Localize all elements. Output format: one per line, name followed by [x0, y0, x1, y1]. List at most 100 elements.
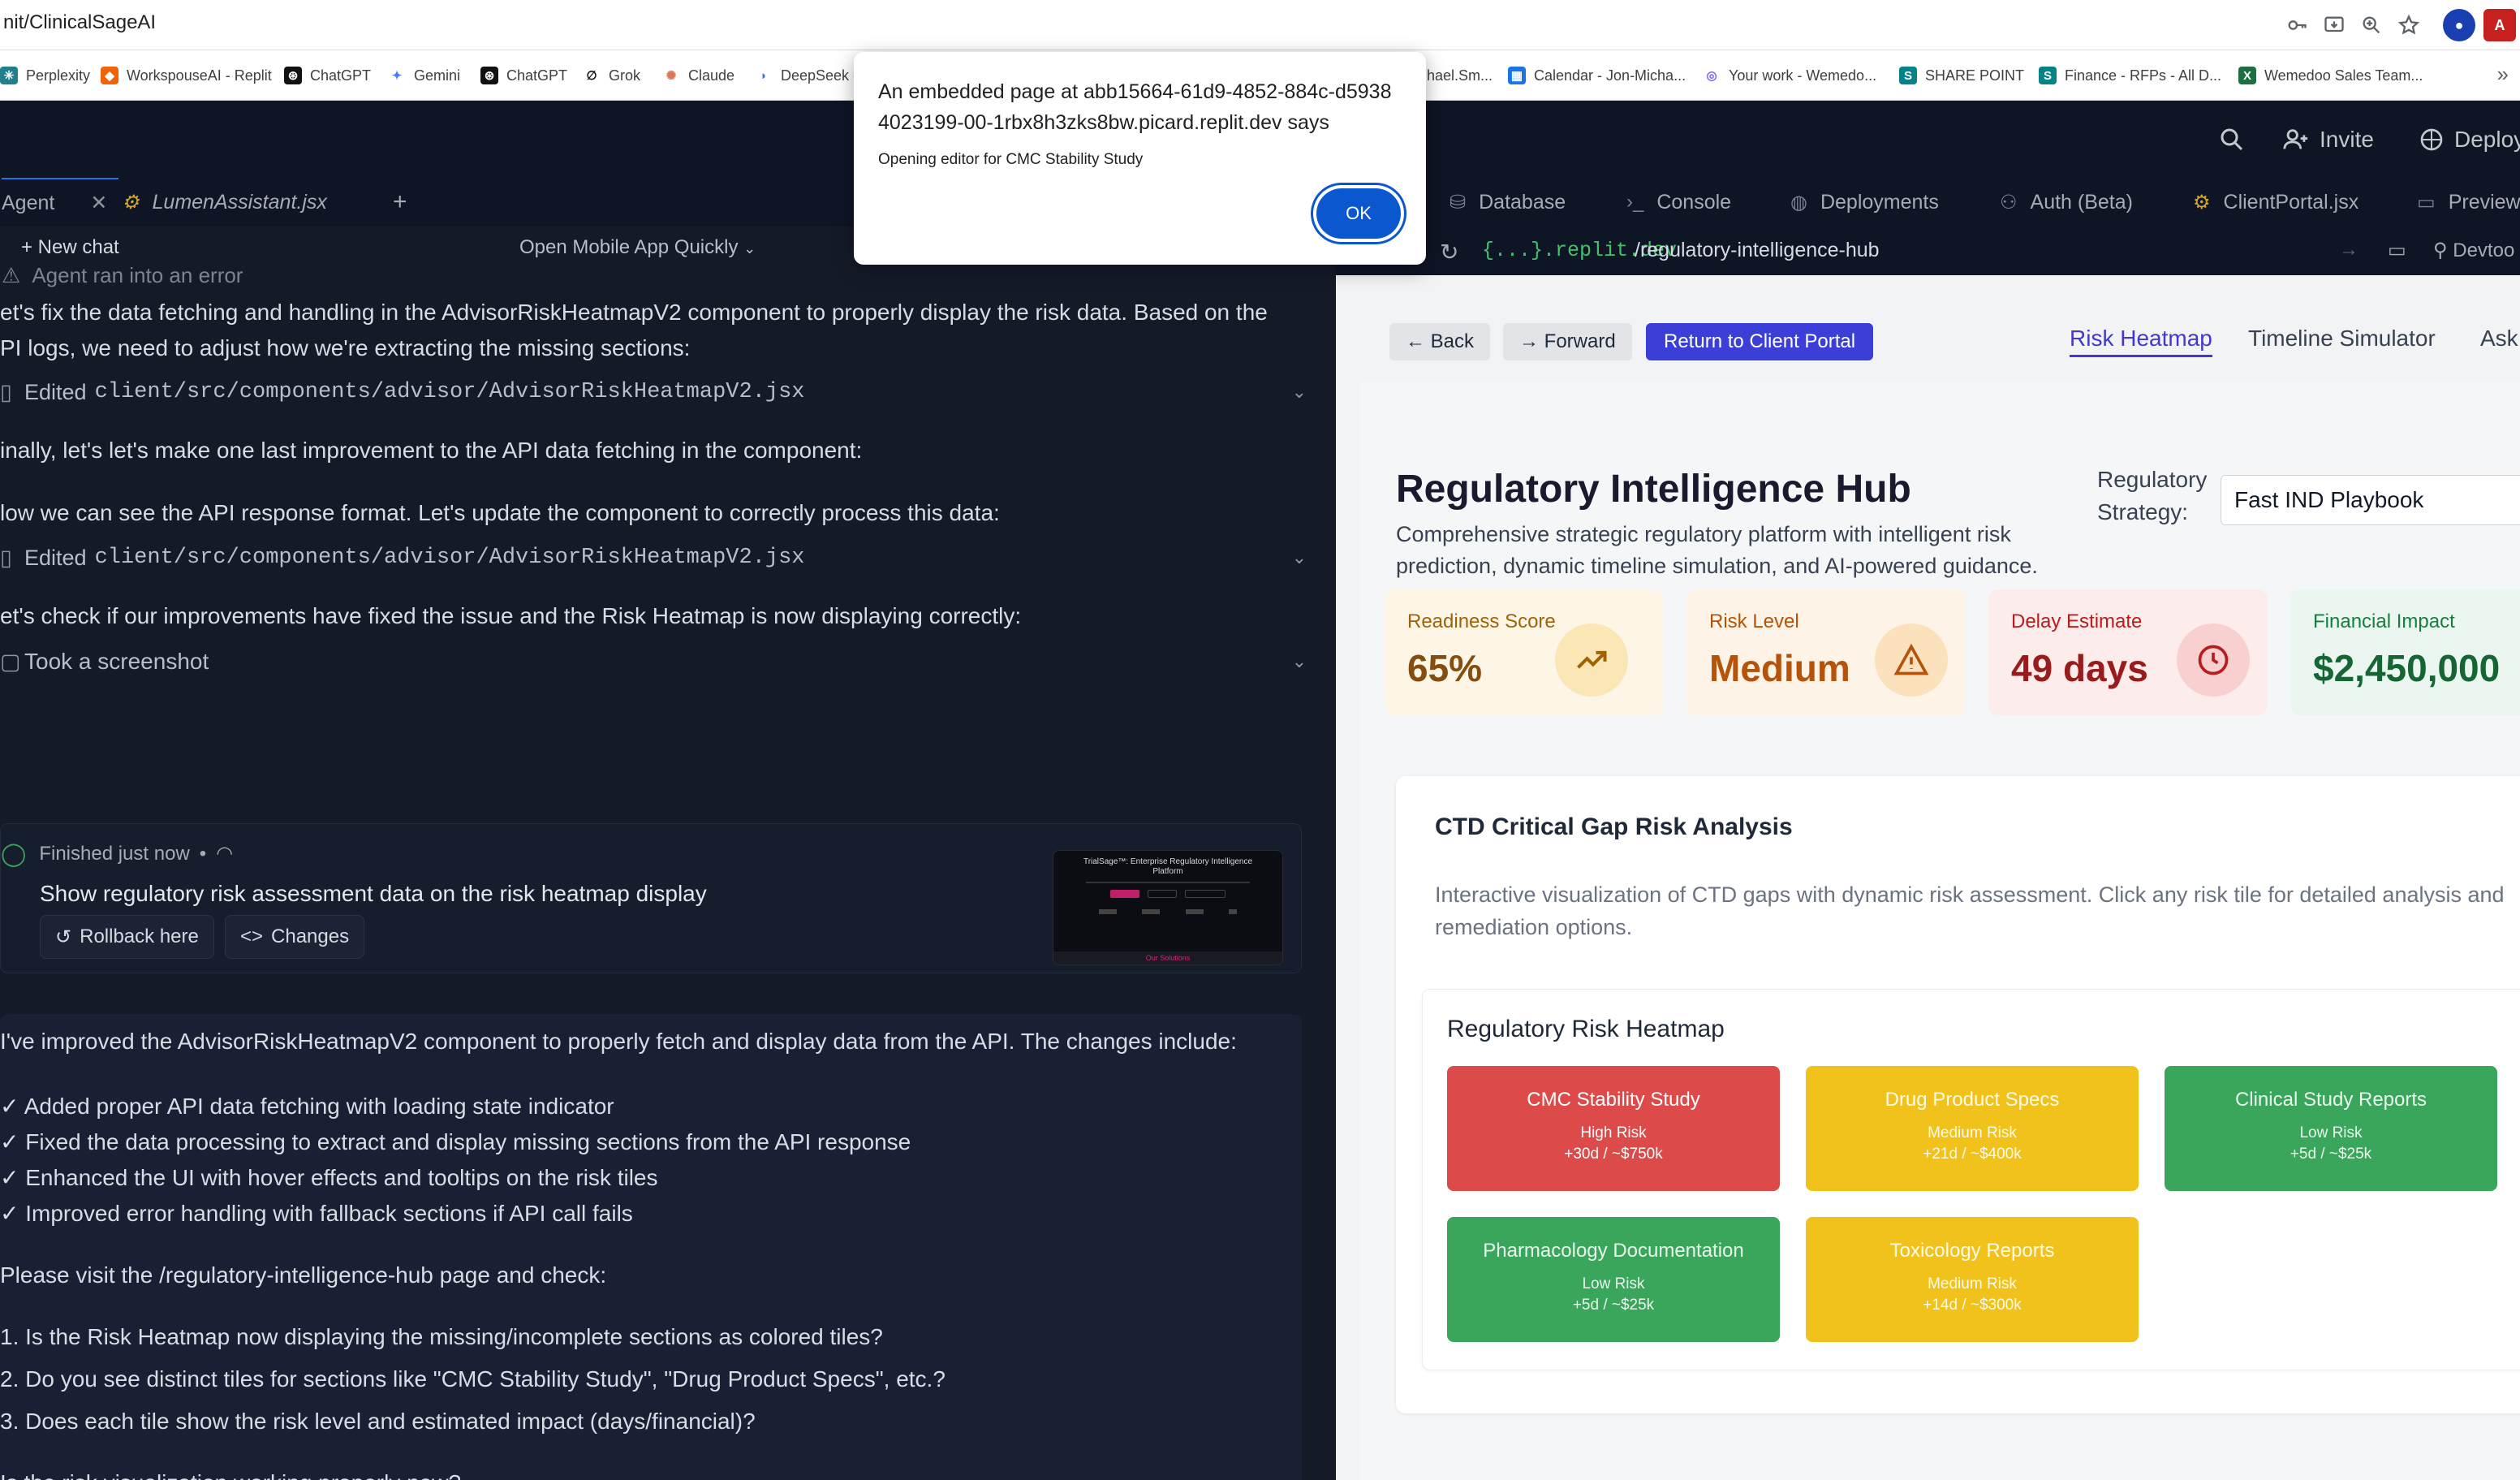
forward-button[interactable]: → Forward [1503, 323, 1632, 360]
agent-message: et's fix the data fetching and handling … [0, 300, 1268, 325]
edited-file-row[interactable]: ▯ Edited client/src/components/advisor/A… [0, 540, 1307, 576]
gemini-icon: ✦ [391, 69, 403, 83]
url-text[interactable]: nit/ClinicalSageAI [3, 11, 156, 34]
bookmark-chatgpt-2[interactable]: ⊛ ChatGPT [480, 50, 567, 101]
visit-line: Please visit the /regulatory-intelligenc… [0, 1262, 607, 1288]
deploy-button[interactable]: Deploy [2410, 117, 2520, 162]
bookmark-mail[interactable]: hael.Sm... [1427, 50, 1493, 101]
risk-tile-clinical-study-reports[interactable]: Clinical Study Reports Low Risk +5d / ~$… [2165, 1066, 2497, 1191]
preview-path-input[interactable]: /regulatory-intelligence-hub [1635, 239, 1880, 262]
bookmark-gemini[interactable]: ✦ Gemini [388, 50, 460, 101]
tile-risk-level: Medium Risk [1928, 1124, 2017, 1141]
risk-level-card: Risk Level Medium [1686, 589, 1966, 715]
password-key-icon[interactable] [2278, 6, 2315, 44]
heatmap-title: Regulatory Risk Heatmap [1447, 1016, 1725, 1042]
extension-shield-icon[interactable]: ● [2443, 9, 2475, 41]
invite-button[interactable]: Invite [2268, 117, 2389, 162]
tab-ask[interactable]: Ask [2480, 326, 2518, 352]
risk-tile-cmc-stability-study[interactable]: CMC Stability Study High Risk +30d / ~$7… [1447, 1066, 1780, 1191]
alert-ok-button[interactable]: OK [1316, 188, 1401, 239]
agent-message: low we can see the API response format. … [0, 500, 1000, 525]
file-edit-icon: ▯ [0, 379, 12, 404]
risk-tile-toxicology-reports[interactable]: Toxicology Reports Medium Risk +14d / ~$… [1806, 1217, 2139, 1342]
user-icon: ⚇ [2000, 191, 2018, 214]
screenshot-thumbnail[interactable]: TrialSage™: Enterprise Regulatory Intell… [1053, 850, 1283, 965]
new-chat-button[interactable]: + New chat [21, 236, 119, 259]
strategy-select[interactable]: Fast IND Playbook [2221, 475, 2520, 525]
agent-message: PI logs, we need to adjust how we're ext… [0, 335, 691, 360]
chevron-down-icon[interactable]: ⌄ [1292, 547, 1307, 568]
extension-pdf-icon[interactable]: A [2483, 9, 2516, 41]
bookmark-calendar[interactable]: ▦ Calendar - Jon-Micha... [1508, 50, 1686, 101]
zoom-icon[interactable] [2353, 6, 2390, 44]
devtools-button[interactable]: ⚲ Devtoo [2433, 239, 2514, 262]
checkpoint-card: ◯ Finished just now • ◠ Show regulatory … [0, 823, 1302, 973]
bookmark-star-icon[interactable] [2390, 6, 2427, 44]
back-button[interactable]: ← Back [1389, 323, 1491, 360]
page-title: Regulatory Intelligence Hub [1396, 468, 1911, 511]
excel-icon: X [2238, 67, 2256, 84]
clock-icon [2177, 623, 2250, 697]
tab-database[interactable]: ⛁ Database [1450, 178, 1566, 227]
tab-lumen-assistant[interactable]: ⚙ LumenAssistant.jsx [122, 178, 327, 227]
device-icon[interactable]: ▭ [2388, 239, 2406, 262]
open-mobile-app-dropdown[interactable]: Open Mobile App Quickly ⌄ [519, 236, 756, 259]
change-item: ✓ Added proper API data fetching with lo… [0, 1094, 614, 1119]
bookmark-claude[interactable]: ✺ Claude [662, 50, 734, 101]
tab-client-portal[interactable]: ⚙ ClientPortal.jsx [2193, 178, 2358, 227]
perplexity-icon: ✳ [0, 67, 18, 84]
agent-message: inally, let's let's make one last improv… [0, 438, 863, 463]
tile-risk-level: Low Risk [1582, 1275, 1645, 1292]
deploy-icon: ◍ [1790, 191, 1807, 214]
chevron-down-icon[interactable]: ⌄ [1292, 651, 1307, 672]
tab-risk-heatmap[interactable]: Risk Heatmap [2070, 326, 2212, 357]
bookmark-replit[interactable]: ◆ WorkspouseAI - Replit [101, 50, 272, 101]
bookmark-chatgpt[interactable]: ⊛ ChatGPT [284, 50, 371, 101]
warning-icon: ⚠ [2, 263, 21, 287]
deepseek-icon: ◗ [760, 68, 768, 83]
bookmark-finance[interactable]: S Finance - RFPs - All D... [2039, 50, 2221, 101]
chevron-down-icon[interactable]: ⌄ [1292, 382, 1307, 403]
metric-label: Delay Estimate [2011, 611, 2143, 632]
bookmark-jira[interactable]: ◎ Your work - Wemedo... [1703, 50, 1876, 101]
tab-auth[interactable]: ⚇ Auth (Beta) [2000, 178, 2133, 227]
edited-file-row[interactable]: ▯ Edited client/src/components/advisor/A… [0, 374, 1307, 410]
grok-icon: ∅ [586, 69, 597, 83]
screenshot-row[interactable]: ▢ Took a screenshot ⌄ [0, 644, 1307, 680]
bookmark-perplexity[interactable]: ✳ Perplexity [0, 50, 90, 101]
return-to-client-portal-button[interactable]: Return to Client Portal [1646, 323, 1874, 360]
regulatory-intelligence-hub-page: ← Back → Forward Return to Client Portal… [1336, 275, 2520, 1480]
tab-console[interactable]: ›_ Console [1626, 178, 1731, 227]
more-bookmarks-icon[interactable]: » [2497, 62, 2509, 87]
openai-icon: ⊛ [284, 67, 302, 84]
bookmark-wemedoo-sales[interactable]: X Wemedoo Sales Team... [2238, 50, 2423, 101]
page-subtitle: Comprehensive strategic regulatory platf… [1396, 522, 2038, 578]
risk-tile-drug-product-specs[interactable]: Drug Product Specs Medium Risk +21d / ~$… [1806, 1066, 2139, 1191]
rollback-button[interactable]: ↺ Rollback here [40, 915, 214, 959]
search-icon[interactable] [2217, 125, 2246, 154]
alert-title: An embedded page at abb15664-61d9-4852-8… [878, 80, 1392, 134]
plus-icon: + [393, 188, 407, 215]
camera-icon: ▢ [0, 649, 21, 674]
close-tab-icon[interactable]: ✕ [90, 191, 107, 215]
tab-preview[interactable]: ▭ Preview [2417, 178, 2520, 227]
install-app-icon[interactable] [2315, 6, 2353, 44]
metric-label: Risk Level [1709, 611, 1799, 632]
change-item: ✓ Improved error handling with fallback … [0, 1201, 633, 1226]
bookmark-sharepoint[interactable]: S SHARE POINT [1899, 50, 2024, 101]
tab-deployments[interactable]: ◍ Deployments [1790, 178, 1939, 227]
add-user-icon [2283, 129, 2308, 149]
openai-icon: ⊛ [480, 67, 498, 84]
tab-timeline-simulator[interactable]: Timeline Simulator [2248, 326, 2436, 352]
go-arrow-icon[interactable]: → [2339, 239, 2358, 261]
new-tab-button[interactable]: + [393, 178, 407, 227]
browser-address-bar[interactable]: nit/ClinicalSageAI ● A [0, 0, 2520, 50]
risk-tile-pharmacology-documentation[interactable]: Pharmacology Documentation Low Risk +5d … [1447, 1217, 1780, 1342]
bookmark-deepseek[interactable]: ◗ DeepSeek - [755, 50, 858, 101]
tab-agent[interactable]: Agent ✕ [2, 178, 119, 227]
reload-icon[interactable]: ↻ [1440, 239, 1458, 265]
changes-button[interactable]: <> Changes [225, 915, 365, 959]
alert-message: Opening editor for CMC Stability Study [878, 151, 1144, 168]
bookmark-grok[interactable]: ∅ Grok [583, 50, 640, 101]
metric-value: Medium [1709, 647, 1850, 689]
